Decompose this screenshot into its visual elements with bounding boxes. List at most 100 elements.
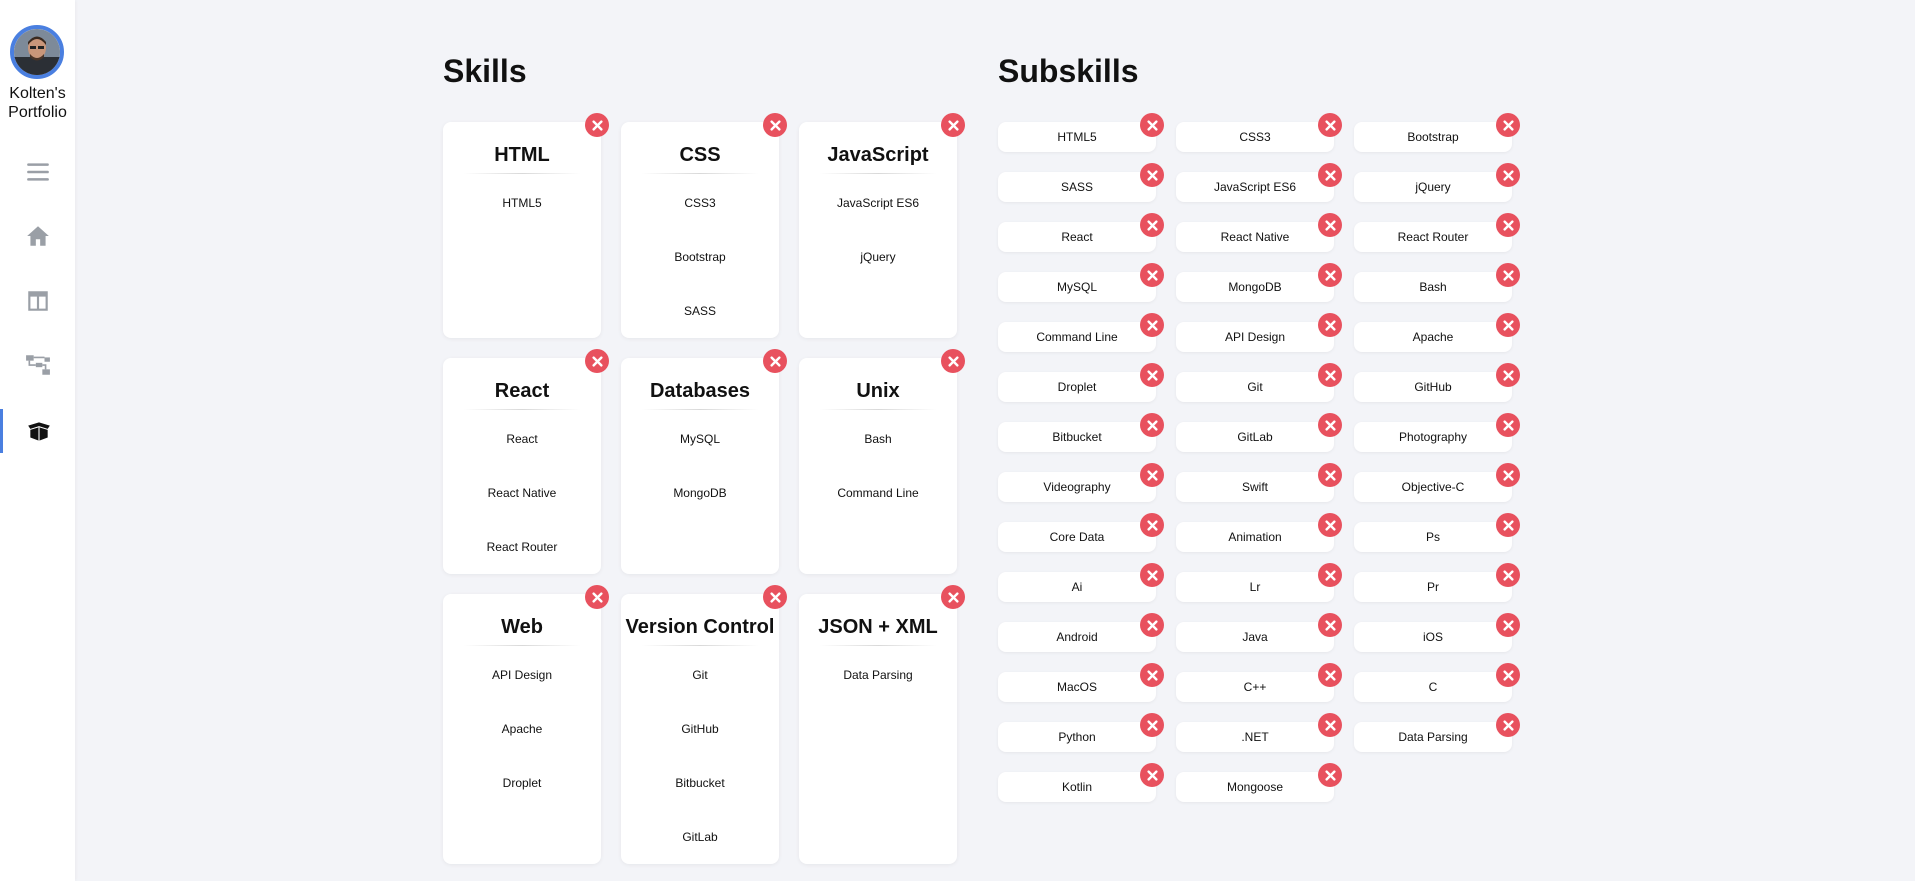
delete-skill-button[interactable] — [941, 113, 965, 137]
nav-sitemap[interactable] — [0, 343, 75, 387]
delete-subskill-button[interactable] — [1496, 513, 1520, 537]
skill-card-css[interactable]: CSS CSS3 Bootstrap SASS — [621, 122, 779, 338]
subskill-pill[interactable]: GitLab — [1176, 422, 1334, 452]
delete-subskill-button[interactable] — [1140, 713, 1164, 737]
delete-subskill-button[interactable] — [1318, 413, 1342, 437]
subskill-pill[interactable]: Android — [998, 622, 1156, 652]
subskill-pill[interactable]: Bash — [1354, 272, 1512, 302]
subskill-pill[interactable]: HTML5 — [998, 122, 1156, 152]
delete-subskill-button[interactable] — [1318, 463, 1342, 487]
subskill-pill[interactable]: Ps — [1354, 522, 1512, 552]
delete-subskill-button[interactable] — [1140, 363, 1164, 387]
skill-card-web[interactable]: Web API Design Apache Droplet — [443, 594, 601, 864]
delete-subskill-button[interactable] — [1318, 213, 1342, 237]
subskill-pill[interactable]: Objective-C — [1354, 472, 1512, 502]
delete-skill-button[interactable] — [763, 585, 787, 609]
delete-subskill-button[interactable] — [1496, 713, 1520, 737]
delete-skill-button[interactable] — [763, 113, 787, 137]
delete-subskill-button[interactable] — [1318, 613, 1342, 637]
delete-subskill-button[interactable] — [1140, 763, 1164, 787]
nav-skills[interactable] — [0, 409, 75, 453]
delete-subskill-button[interactable] — [1496, 263, 1520, 287]
delete-subskill-button[interactable] — [1140, 563, 1164, 587]
subskill-pill[interactable]: Git — [1176, 372, 1334, 402]
subskill-pill[interactable]: Bitbucket — [998, 422, 1156, 452]
subskill-pill[interactable]: React Router — [1354, 222, 1512, 252]
subskill-pill[interactable]: Python — [998, 722, 1156, 752]
subskill-pill[interactable]: Lr — [1176, 572, 1334, 602]
subskill-pill[interactable]: MacOS — [998, 672, 1156, 702]
subskill-pill[interactable]: Java — [1176, 622, 1334, 652]
delete-subskill-button[interactable] — [1496, 663, 1520, 687]
delete-skill-button[interactable] — [585, 113, 609, 137]
skill-card-json-xml[interactable]: JSON + XML Data Parsing — [799, 594, 957, 864]
delete-subskill-button[interactable] — [1318, 713, 1342, 737]
subskill-pill[interactable]: Data Parsing — [1354, 722, 1512, 752]
nav-layout[interactable] — [0, 279, 75, 323]
delete-subskill-button[interactable] — [1496, 563, 1520, 587]
subskill-pill[interactable]: Core Data — [998, 522, 1156, 552]
delete-skill-button[interactable] — [585, 349, 609, 373]
nav-menu[interactable] — [0, 150, 75, 194]
delete-subskill-button[interactable] — [1140, 413, 1164, 437]
delete-subskill-button[interactable] — [1318, 563, 1342, 587]
delete-subskill-button[interactable] — [1140, 513, 1164, 537]
skill-card-version-control[interactable]: Version Control Git GitHub Bitbucket GitLab — [621, 594, 779, 864]
subskill-pill[interactable]: React Native — [1176, 222, 1334, 252]
skill-card-unix[interactable]: Unix Bash Command Line — [799, 358, 957, 574]
subskill-pill[interactable]: CSS3 — [1176, 122, 1334, 152]
delete-subskill-button[interactable] — [1496, 113, 1520, 137]
subskill-pill[interactable]: Apache — [1354, 322, 1512, 352]
nav-home[interactable] — [0, 214, 75, 258]
delete-subskill-button[interactable] — [1496, 363, 1520, 387]
delete-subskill-button[interactable] — [1318, 313, 1342, 337]
subskill-pill[interactable]: Swift — [1176, 472, 1334, 502]
delete-subskill-button[interactable] — [1140, 463, 1164, 487]
subskill-pill[interactable]: Animation — [1176, 522, 1334, 552]
delete-subskill-button[interactable] — [1496, 413, 1520, 437]
delete-subskill-button[interactable] — [1140, 663, 1164, 687]
delete-subskill-button[interactable] — [1140, 263, 1164, 287]
delete-subskill-button[interactable] — [1140, 613, 1164, 637]
subskill-pill[interactable]: MongoDB — [1176, 272, 1334, 302]
delete-skill-button[interactable] — [763, 349, 787, 373]
subskill-pill[interactable]: Ai — [998, 572, 1156, 602]
delete-subskill-button[interactable] — [1318, 763, 1342, 787]
subskill-pill[interactable]: JavaScript ES6 — [1176, 172, 1334, 202]
subskill-pill[interactable]: Photography — [1354, 422, 1512, 452]
subskill-pill[interactable]: .NET — [1176, 722, 1334, 752]
subskill-pill[interactable]: jQuery — [1354, 172, 1512, 202]
delete-subskill-button[interactable] — [1140, 163, 1164, 187]
subskill-pill[interactable]: Videography — [998, 472, 1156, 502]
delete-subskill-button[interactable] — [1496, 313, 1520, 337]
delete-subskill-button[interactable] — [1318, 113, 1342, 137]
delete-subskill-button[interactable] — [1496, 163, 1520, 187]
delete-subskill-button[interactable] — [1318, 513, 1342, 537]
subskill-pill[interactable]: API Design — [1176, 322, 1334, 352]
delete-subskill-button[interactable] — [1496, 613, 1520, 637]
delete-skill-button[interactable] — [941, 585, 965, 609]
subskill-pill[interactable]: Command Line — [998, 322, 1156, 352]
subskill-pill[interactable]: Droplet — [998, 372, 1156, 402]
delete-subskill-button[interactable] — [1318, 363, 1342, 387]
skill-card-react[interactable]: React React React Native React Router — [443, 358, 601, 574]
delete-subskill-button[interactable] — [1140, 313, 1164, 337]
subskill-pill[interactable]: iOS — [1354, 622, 1512, 652]
delete-subskill-button[interactable] — [1496, 463, 1520, 487]
subskill-pill[interactable]: Pr — [1354, 572, 1512, 602]
subskill-pill[interactable]: C++ — [1176, 672, 1334, 702]
subskill-pill[interactable]: SASS — [998, 172, 1156, 202]
subskill-pill[interactable]: C — [1354, 672, 1512, 702]
delete-subskill-button[interactable] — [1318, 263, 1342, 287]
delete-subskill-button[interactable] — [1496, 213, 1520, 237]
delete-subskill-button[interactable] — [1318, 663, 1342, 687]
subskill-pill[interactable]: MySQL — [998, 272, 1156, 302]
skill-card-javascript[interactable]: JavaScript JavaScript ES6 jQuery — [799, 122, 957, 338]
subskill-pill[interactable]: GitHub — [1354, 372, 1512, 402]
skill-card-html[interactable]: HTML HTML5 — [443, 122, 601, 338]
subskill-pill[interactable]: React — [998, 222, 1156, 252]
subskill-pill[interactable]: Mongoose — [1176, 772, 1334, 802]
delete-subskill-button[interactable] — [1140, 213, 1164, 237]
delete-subskill-button[interactable] — [1318, 163, 1342, 187]
skill-card-databases[interactable]: Databases MySQL MongoDB — [621, 358, 779, 574]
